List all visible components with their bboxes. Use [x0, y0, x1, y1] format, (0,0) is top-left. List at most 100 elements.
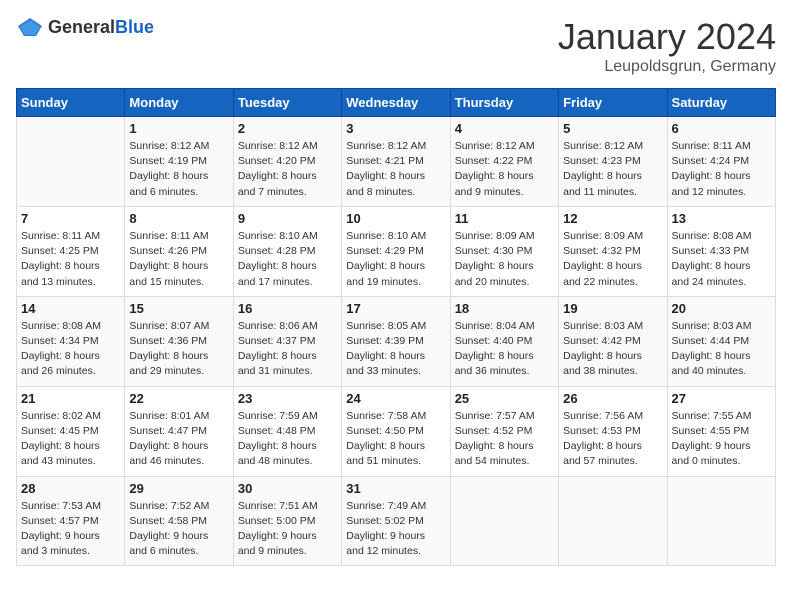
day-info: Sunrise: 8:12 AM Sunset: 4:21 PM Dayligh…	[346, 139, 445, 200]
calendar-header-monday: Monday	[125, 89, 233, 117]
calendar-week-row: 1 Sunrise: 8:12 AM Sunset: 4:19 PM Daylig…	[17, 117, 776, 207]
calendar-cell: 14 Sunrise: 8:08 AM Sunset: 4:34 PM Dayli…	[17, 296, 125, 386]
day-number: 30	[238, 481, 337, 496]
day-number: 18	[455, 301, 554, 316]
logo-blue: Blue	[115, 17, 154, 37]
day-info: Sunrise: 7:56 AM Sunset: 4:53 PM Dayligh…	[563, 409, 662, 470]
day-info: Sunrise: 7:53 AM Sunset: 4:57 PM Dayligh…	[21, 499, 120, 560]
day-info: Sunrise: 7:58 AM Sunset: 4:50 PM Dayligh…	[346, 409, 445, 470]
day-info: Sunrise: 8:08 AM Sunset: 4:33 PM Dayligh…	[672, 229, 771, 290]
day-number: 26	[563, 391, 662, 406]
calendar-cell: 5Sunrise: 8:12 AM Sunset: 4:23 PM Daylig…	[559, 117, 667, 207]
calendar-cell: 16 Sunrise: 8:06 AM Sunset: 4:37 PM Dayli…	[233, 296, 341, 386]
calendar-cell: 2 Sunrise: 8:12 AM Sunset: 4:20 PM Daylig…	[233, 117, 341, 207]
calendar-week-row: 14 Sunrise: 8:08 AM Sunset: 4:34 PM Dayli…	[17, 296, 776, 386]
day-number: 7	[21, 211, 120, 226]
calendar-cell	[559, 476, 667, 566]
calendar-cell: 6 Sunrise: 8:11 AM Sunset: 4:24 PM Daylig…	[667, 117, 775, 207]
calendar-header-friday: Friday	[559, 89, 667, 117]
calendar-header-sunday: Sunday	[17, 89, 125, 117]
day-info: Sunrise: 7:52 AM Sunset: 4:58 PM Dayligh…	[129, 499, 228, 560]
calendar-cell: 17 Sunrise: 8:05 AM Sunset: 4:39 PM Dayli…	[342, 296, 450, 386]
day-info: Sunrise: 7:55 AM Sunset: 4:55 PM Dayligh…	[672, 409, 771, 470]
logo-general: General	[48, 17, 115, 37]
day-number: 3	[346, 121, 445, 136]
day-number: 6	[672, 121, 771, 136]
day-number: 9	[238, 211, 337, 226]
logo: GeneralBlue	[16, 16, 154, 38]
calendar-cell: 29Sunrise: 7:52 AM Sunset: 4:58 PM Dayli…	[125, 476, 233, 566]
day-number: 13	[672, 211, 771, 226]
calendar-cell: 11 Sunrise: 8:09 AM Sunset: 4:30 PM Dayli…	[450, 206, 558, 296]
day-number: 20	[672, 301, 771, 316]
day-number: 25	[455, 391, 554, 406]
calendar-cell: 26 Sunrise: 7:56 AM Sunset: 4:53 PM Dayli…	[559, 386, 667, 476]
calendar-cell: 30 Sunrise: 7:51 AM Sunset: 5:00 PM Dayli…	[233, 476, 341, 566]
day-number: 17	[346, 301, 445, 316]
day-info: Sunrise: 8:02 AM Sunset: 4:45 PM Dayligh…	[21, 409, 120, 470]
title-area: January 2024 Leupoldsgrun, Germany	[558, 16, 776, 76]
day-info: Sunrise: 8:06 AM Sunset: 4:37 PM Dayligh…	[238, 319, 337, 380]
calendar-cell: 10Sunrise: 8:10 AM Sunset: 4:29 PM Dayli…	[342, 206, 450, 296]
day-info: Sunrise: 8:11 AM Sunset: 4:26 PM Dayligh…	[129, 229, 228, 290]
calendar-header-row: SundayMondayTuesdayWednesdayThursdayFrid…	[17, 89, 776, 117]
calendar-table: SundayMondayTuesdayWednesdayThursdayFrid…	[16, 88, 776, 566]
calendar-cell: 8 Sunrise: 8:11 AM Sunset: 4:26 PM Daylig…	[125, 206, 233, 296]
day-info: Sunrise: 8:12 AM Sunset: 4:20 PM Dayligh…	[238, 139, 337, 200]
calendar-cell: 28Sunrise: 7:53 AM Sunset: 4:57 PM Dayli…	[17, 476, 125, 566]
calendar-week-row: 28Sunrise: 7:53 AM Sunset: 4:57 PM Dayli…	[17, 476, 776, 566]
calendar-cell: 3 Sunrise: 8:12 AM Sunset: 4:21 PM Daylig…	[342, 117, 450, 207]
calendar-cell: 15Sunrise: 8:07 AM Sunset: 4:36 PM Dayli…	[125, 296, 233, 386]
day-number: 23	[238, 391, 337, 406]
day-info: Sunrise: 8:05 AM Sunset: 4:39 PM Dayligh…	[346, 319, 445, 380]
day-info: Sunrise: 8:12 AM Sunset: 4:22 PM Dayligh…	[455, 139, 554, 200]
calendar-header-saturday: Saturday	[667, 89, 775, 117]
calendar-cell	[667, 476, 775, 566]
day-number: 1	[129, 121, 228, 136]
calendar-cell: 13 Sunrise: 8:08 AM Sunset: 4:33 PM Dayli…	[667, 206, 775, 296]
day-number: 31	[346, 481, 445, 496]
month-title: January 2024	[558, 16, 776, 58]
calendar-cell: 22 Sunrise: 8:01 AM Sunset: 4:47 PM Dayli…	[125, 386, 233, 476]
day-number: 2	[238, 121, 337, 136]
day-info: Sunrise: 8:09 AM Sunset: 4:32 PM Dayligh…	[563, 229, 662, 290]
day-info: Sunrise: 7:57 AM Sunset: 4:52 PM Dayligh…	[455, 409, 554, 470]
calendar-cell: 20 Sunrise: 8:03 AM Sunset: 4:44 PM Dayli…	[667, 296, 775, 386]
calendar-cell	[17, 117, 125, 207]
day-number: 19	[563, 301, 662, 316]
calendar-cell: 31Sunrise: 7:49 AM Sunset: 5:02 PM Dayli…	[342, 476, 450, 566]
day-number: 11	[455, 211, 554, 226]
day-number: 21	[21, 391, 120, 406]
calendar-cell: 12Sunrise: 8:09 AM Sunset: 4:32 PM Dayli…	[559, 206, 667, 296]
day-number: 16	[238, 301, 337, 316]
logo-text: GeneralBlue	[48, 17, 154, 38]
calendar-cell: 21 Sunrise: 8:02 AM Sunset: 4:45 PM Dayli…	[17, 386, 125, 476]
calendar-cell: 18Sunrise: 8:04 AM Sunset: 4:40 PM Dayli…	[450, 296, 558, 386]
day-info: Sunrise: 8:12 AM Sunset: 4:19 PM Dayligh…	[129, 139, 228, 200]
day-number: 27	[672, 391, 771, 406]
calendar-week-row: 7 Sunrise: 8:11 AM Sunset: 4:25 PM Daylig…	[17, 206, 776, 296]
calendar-body: 1 Sunrise: 8:12 AM Sunset: 4:19 PM Daylig…	[17, 117, 776, 566]
day-number: 22	[129, 391, 228, 406]
day-info: Sunrise: 8:09 AM Sunset: 4:30 PM Dayligh…	[455, 229, 554, 290]
calendar-cell: 27 Sunrise: 7:55 AM Sunset: 4:55 PM Dayli…	[667, 386, 775, 476]
day-info: Sunrise: 8:11 AM Sunset: 4:25 PM Dayligh…	[21, 229, 120, 290]
day-number: 10	[346, 211, 445, 226]
header: GeneralBlue January 2024 Leupoldsgrun, G…	[16, 16, 776, 76]
day-info: Sunrise: 7:51 AM Sunset: 5:00 PM Dayligh…	[238, 499, 337, 560]
calendar-cell: 23Sunrise: 7:59 AM Sunset: 4:48 PM Dayli…	[233, 386, 341, 476]
day-number: 14	[21, 301, 120, 316]
location-title: Leupoldsgrun, Germany	[558, 58, 776, 76]
day-info: Sunrise: 8:08 AM Sunset: 4:34 PM Dayligh…	[21, 319, 120, 380]
day-info: Sunrise: 8:11 AM Sunset: 4:24 PM Dayligh…	[672, 139, 771, 200]
day-number: 8	[129, 211, 228, 226]
calendar-cell: 4Sunrise: 8:12 AM Sunset: 4:22 PM Daylig…	[450, 117, 558, 207]
day-number: 15	[129, 301, 228, 316]
calendar-cell: 9Sunrise: 8:10 AM Sunset: 4:28 PM Daylig…	[233, 206, 341, 296]
calendar-cell: 1 Sunrise: 8:12 AM Sunset: 4:19 PM Daylig…	[125, 117, 233, 207]
day-info: Sunrise: 8:12 AM Sunset: 4:23 PM Dayligh…	[563, 139, 662, 200]
calendar-cell: 7 Sunrise: 8:11 AM Sunset: 4:25 PM Daylig…	[17, 206, 125, 296]
day-info: Sunrise: 8:03 AM Sunset: 4:44 PM Dayligh…	[672, 319, 771, 380]
calendar-week-row: 21 Sunrise: 8:02 AM Sunset: 4:45 PM Dayli…	[17, 386, 776, 476]
day-info: Sunrise: 8:01 AM Sunset: 4:47 PM Dayligh…	[129, 409, 228, 470]
